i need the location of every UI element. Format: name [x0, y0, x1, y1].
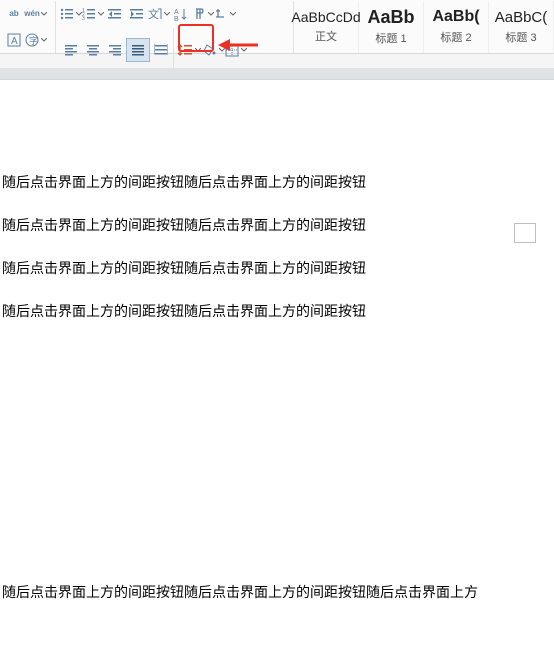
- dropdown-icon: [240, 48, 247, 52]
- borders-button[interactable]: [225, 39, 247, 61]
- bullets-button[interactable]: [60, 3, 82, 25]
- tab-icon: [214, 7, 228, 21]
- style-label: 标题 3: [505, 29, 536, 45]
- circle-char-icon: 字: [25, 33, 39, 47]
- text-direction-button[interactable]: 文: [148, 3, 170, 25]
- show-marks-icon: [192, 7, 206, 21]
- show-marks-button[interactable]: [192, 3, 214, 25]
- align-left-icon: [64, 43, 78, 57]
- char-border-icon: A: [7, 33, 21, 47]
- tab-button[interactable]: [214, 3, 236, 25]
- numbering-icon: 123: [82, 7, 96, 21]
- text-cursor-mark: [514, 223, 536, 243]
- svg-text:字: 字: [29, 35, 38, 46]
- shading-button[interactable]: [203, 39, 225, 61]
- increase-indent-button[interactable]: [126, 3, 148, 25]
- align-center-icon: [86, 43, 100, 57]
- style-preview: AaBbC(: [495, 10, 548, 25]
- dropdown-icon: [40, 38, 47, 42]
- line-spacing-button[interactable]: [175, 39, 203, 61]
- svg-text:3: 3: [82, 16, 85, 21]
- borders-icon: [225, 43, 239, 57]
- text-line: 随后点击界面上方的间距按钮随后点击界面上方的间距按钮: [2, 172, 554, 193]
- align-left-button[interactable]: [60, 39, 82, 61]
- svg-text:文: 文: [148, 7, 159, 21]
- style-preview: AaBb: [367, 8, 414, 26]
- svg-text:B: B: [174, 16, 179, 21]
- char-border-button[interactable]: A: [4, 29, 24, 51]
- line-spacing-icon: [177, 43, 193, 57]
- circle-char-button[interactable]: 字: [24, 29, 48, 51]
- sort-button[interactable]: AB: [170, 3, 192, 25]
- svg-text:A: A: [174, 9, 179, 16]
- decrease-indent-icon: [108, 7, 122, 21]
- styles-gallery: AaBbCcDd 正文 AaBb 标题 1 AaBb( 标题 2 AaBbC( …: [294, 1, 554, 53]
- text-line: 随后点击界面上方的间距按钮随后点击界面上方的间距按钮: [2, 301, 554, 322]
- separator: [173, 28, 174, 72]
- justify-icon: [131, 43, 145, 57]
- style-normal[interactable]: AaBbCcDd 正文: [294, 1, 359, 53]
- style-preview: AaBb(: [432, 9, 479, 25]
- svg-text:A: A: [11, 36, 18, 47]
- dropdown-icon: [41, 12, 48, 16]
- style-label: 标题 2: [440, 29, 471, 45]
- distribute-icon: [154, 43, 168, 57]
- page[interactable]: 随后点击界面上方的间距按钮随后点击界面上方的间距按钮 随后点击界面上方的间距按钮…: [0, 80, 554, 649]
- decrease-indent-button[interactable]: [104, 3, 126, 25]
- strikethrough-button[interactable]: ab: [4, 3, 24, 25]
- style-heading1[interactable]: AaBb 标题 1: [359, 1, 424, 53]
- style-heading2[interactable]: AaBb( 标题 2: [424, 1, 489, 53]
- style-preview: AaBbCcDd: [291, 10, 360, 24]
- text-direction-icon: 文: [148, 7, 162, 21]
- bullets-icon: [60, 7, 74, 21]
- sort-icon: AB: [174, 7, 188, 21]
- text-line: 随后点击界面上方的间距按钮随后点击界面上方的间距按钮: [2, 258, 554, 279]
- dropdown-icon: [97, 12, 104, 16]
- dropdown-icon: [75, 12, 82, 16]
- distribute-button[interactable]: [150, 39, 172, 61]
- paragraph-group: 123 文 AB: [56, 1, 294, 53]
- style-label: 正文: [315, 28, 337, 44]
- font-group: ab wén A 字: [0, 1, 56, 53]
- justify-button[interactable]: [126, 38, 150, 62]
- dropdown-icon: [163, 12, 170, 16]
- text-line: 随后点击界面上方的间距按钮随后点击界面上方的间距按钮随后点击界面上方: [2, 582, 554, 603]
- align-right-button[interactable]: [104, 39, 126, 61]
- text-line: 随后点击界面上方的间距按钮随后点击界面上方的间距按钮: [2, 215, 554, 236]
- strikethrough-icon: ab: [9, 10, 18, 18]
- align-right-icon: [108, 43, 122, 57]
- phonetic-icon: wén: [24, 10, 40, 18]
- increase-indent-icon: [130, 7, 144, 21]
- dropdown-icon: [194, 48, 201, 52]
- numbering-button[interactable]: 123: [82, 3, 104, 25]
- dropdown-icon: [207, 12, 214, 16]
- style-label: 标题 1: [375, 30, 406, 46]
- align-center-button[interactable]: [82, 39, 104, 61]
- ribbon: ab wén A 字 123: [0, 0, 554, 54]
- dropdown-icon: [229, 12, 236, 16]
- phonetic-guide-button[interactable]: wén: [24, 3, 48, 25]
- document-area: 随后点击界面上方的间距按钮随后点击界面上方的间距按钮 随后点击界面上方的间距按钮…: [0, 68, 554, 649]
- style-heading3[interactable]: AaBbC( 标题 3: [489, 1, 554, 53]
- dropdown-icon: [218, 48, 225, 52]
- shading-icon: [203, 43, 217, 57]
